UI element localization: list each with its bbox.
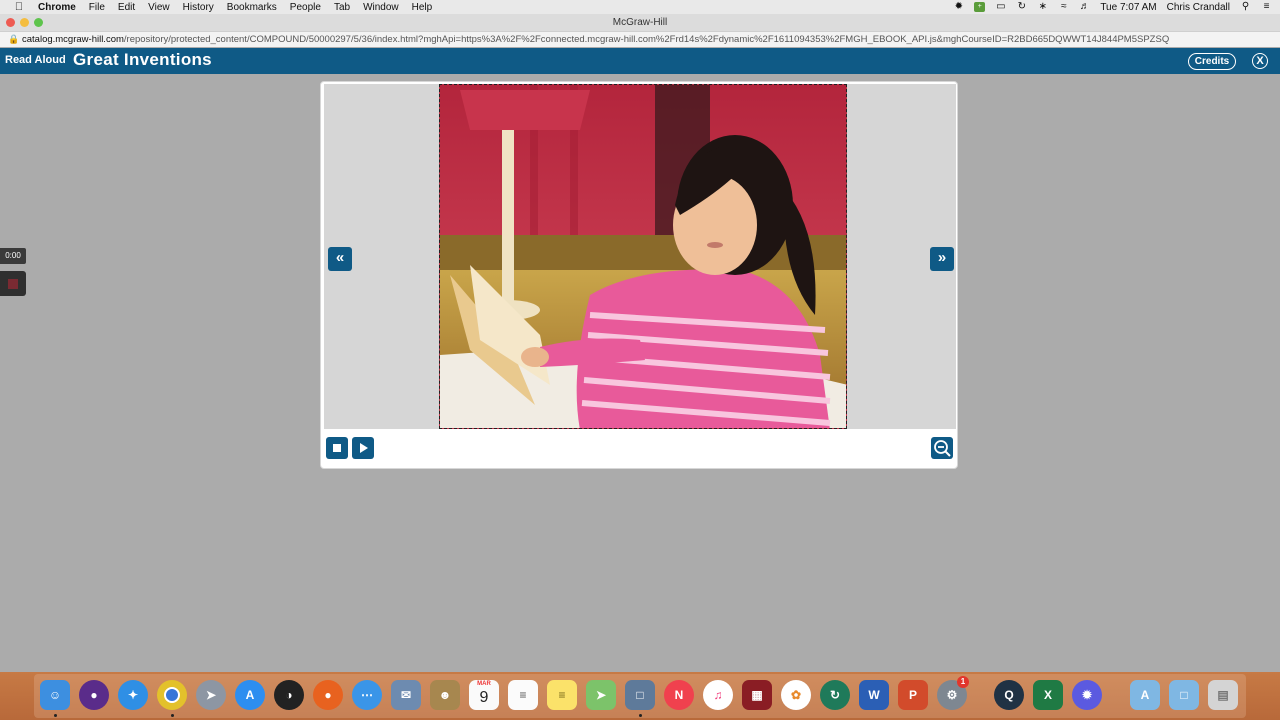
airplay-icon[interactable]: ▭ [995, 2, 1006, 12]
close-viewer-button[interactable]: X [1252, 53, 1268, 69]
calendar-month: MAR [477, 681, 491, 687]
next-page-button[interactable]: » [930, 247, 954, 271]
dashboard-icon[interactable]: ◑ [274, 680, 304, 710]
notification-badge: 1 [957, 676, 969, 688]
news-icon[interactable]: N [664, 680, 694, 710]
messages-icon[interactable]: ⋯ [352, 680, 382, 710]
photo-booth-icon[interactable]: ▦ [742, 680, 772, 710]
word-icon[interactable]: W [859, 680, 889, 710]
close-window-button[interactable] [6, 18, 15, 27]
app-header: Read Aloud Great Inventions Credits X [0, 48, 1280, 74]
notes-icon[interactable]: ≡ [547, 680, 577, 710]
photos-icon[interactable]: ✿ [781, 680, 811, 710]
documents-folder-icon[interactable]: □ [1169, 680, 1199, 710]
firefox-icon[interactable]: ● [313, 680, 343, 710]
running-indicator [639, 714, 642, 717]
recording-timer: 0:00 [0, 248, 26, 264]
menu-people[interactable]: People [290, 2, 321, 13]
menu-view[interactable]: View [148, 2, 170, 13]
credits-button[interactable]: Credits [1188, 53, 1236, 70]
launchpad-icon[interactable]: ➤ [196, 680, 226, 710]
window-title: McGraw-Hill [612, 17, 668, 28]
finder-icon[interactable]: ☺ [40, 680, 70, 710]
macos-dock: ☺ ● ✦ ➤ A ◑ ● ⋯ ✉ ☻ MAR 9 ≡ ≡ ➤ □ N ♫ ▦ … [0, 672, 1280, 720]
menu-user[interactable]: Chris Crandall [1167, 2, 1230, 13]
apple-icon[interactable]:  [12, 1, 26, 13]
safari-icon[interactable]: ✦ [118, 680, 148, 710]
menu-tab[interactable]: Tab [334, 2, 350, 13]
menu-bookmarks[interactable]: Bookmarks [227, 2, 277, 13]
menu-help[interactable]: Help [412, 2, 433, 13]
play-icon [360, 443, 368, 453]
screen-recorder-icon[interactable]: ✹ [1072, 680, 1102, 710]
page-illustration [439, 84, 847, 429]
system-preferences-icon[interactable]: ⚙ 1 [937, 676, 969, 710]
music-icon[interactable]: ♫ [703, 680, 733, 710]
window-controls [6, 18, 48, 27]
running-indicator [171, 714, 174, 717]
stop-square-icon [8, 279, 18, 289]
volume-icon[interactable]: ♬ [1079, 2, 1090, 12]
chrome-center-icon [164, 687, 180, 703]
time-machine-dock-icon[interactable]: ↻ [820, 680, 850, 710]
window-title-bar: McGraw-Hill [0, 14, 1280, 32]
menu-history[interactable]: History [183, 2, 214, 13]
siri-icon[interactable]: ● [79, 680, 109, 710]
excel-icon[interactable]: X [1033, 680, 1063, 710]
notification-center-icon[interactable]: ≡ [1261, 2, 1272, 12]
wifi-icon[interactable]: ≈ [1058, 2, 1069, 12]
url-text[interactable]: catalog.mcgraw-hill.com/repository/prote… [22, 32, 1169, 47]
menu-clock[interactable]: Tue 7:07 AM [1100, 2, 1156, 13]
gear-status-icon[interactable]: ✹ [953, 2, 964, 12]
stop-icon [333, 444, 341, 452]
photo-browser-icon[interactable]: □ [625, 680, 655, 710]
play-audio-button[interactable] [352, 437, 374, 459]
url-path: /repository/protected_content/COMPOUND/5… [123, 34, 1170, 45]
girl-reading-photo [440, 85, 846, 428]
quicktime-icon[interactable]: Q [994, 680, 1024, 710]
running-indicator [54, 714, 57, 717]
page-stage: « » [324, 84, 956, 429]
dock-shelf: ☺ ● ✦ ➤ A ◑ ● ⋯ ✉ ☻ MAR 9 ≡ ≡ ➤ □ N ♫ ▦ … [34, 674, 1246, 718]
read-aloud-label: Read Aloud [5, 54, 66, 66]
menu-file[interactable]: File [89, 2, 105, 13]
menu-edit[interactable]: Edit [118, 2, 135, 13]
url-host: catalog.mcgraw-hill.com [22, 34, 124, 45]
maps-icon[interactable]: ➤ [586, 680, 616, 710]
reminders-icon[interactable]: ≡ [508, 680, 538, 710]
spotlight-search-icon[interactable]: ⚲ [1240, 2, 1251, 12]
calendar-day: 9 [479, 689, 489, 706]
minimize-window-button[interactable] [20, 18, 29, 27]
battery-app-icon[interactable]: + [974, 2, 986, 12]
previous-page-button[interactable]: « [328, 247, 352, 271]
zoom-out-icon [934, 440, 951, 457]
powerpoint-icon[interactable]: P [898, 680, 928, 710]
time-machine-icon[interactable]: ↻ [1016, 2, 1027, 12]
menu-window[interactable]: Window [363, 2, 399, 13]
trash-icon[interactable]: ▤ [1208, 680, 1238, 710]
macos-menu-bar:  Chrome File Edit View History Bookmark… [0, 0, 1280, 14]
stop-audio-button[interactable] [326, 437, 348, 459]
chrome-icon[interactable] [157, 680, 187, 710]
applications-folder-icon[interactable]: A [1130, 680, 1160, 710]
bluetooth-icon[interactable]: ∗ [1037, 2, 1048, 12]
address-bar[interactable]: 🔒 catalog.mcgraw-hill.com/repository/pro… [0, 32, 1280, 47]
mail-stamp-icon[interactable]: ✉ [391, 680, 421, 710]
lock-icon[interactable]: 🔒 [8, 32, 19, 47]
book-title: Great Inventions [73, 50, 212, 69]
app-store-icon[interactable]: A [235, 680, 265, 710]
record-stop-button[interactable] [0, 271, 26, 296]
menu-chrome[interactable]: Chrome [38, 2, 76, 13]
calendar-icon[interactable]: MAR 9 [469, 680, 499, 710]
page-viewer: « » [320, 81, 958, 469]
zoom-out-button[interactable] [931, 437, 953, 459]
zoom-window-button[interactable] [34, 18, 43, 27]
contacts-icon[interactable]: ☻ [430, 680, 460, 710]
